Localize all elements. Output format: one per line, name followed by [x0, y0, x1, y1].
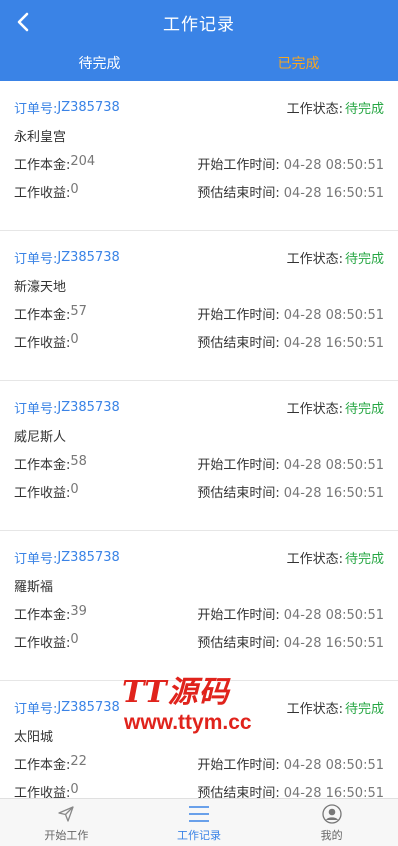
status-value: 待完成 — [344, 401, 384, 417]
status-label: 工作状态: — [286, 701, 343, 717]
order-number-label: 订单号: — [14, 401, 58, 417]
principal-value: 22 — [70, 753, 87, 769]
chevron-left-icon — [17, 12, 29, 32]
shop-name: 新濠天地 — [14, 279, 67, 295]
status-value: 待完成 — [344, 101, 384, 117]
send-icon — [58, 805, 74, 822]
tab-completed[interactable]: 已完成 — [199, 44, 398, 81]
status-value: 待完成 — [344, 551, 384, 567]
principal-label: 工作本金: — [14, 607, 71, 623]
order-number: JZ385738 — [57, 399, 120, 415]
status-label: 工作状态: — [286, 551, 343, 567]
order-number: JZ385738 — [57, 549, 120, 565]
tab-pending[interactable]: 待完成 — [0, 44, 199, 81]
end-time-label: 预估结束时间: — [197, 185, 280, 201]
end-time-value: 04-28 16:50:51 — [283, 635, 384, 651]
income-label: 工作收益: — [14, 185, 71, 201]
tabbar-label: 工作记录 — [177, 828, 221, 842]
income-value: 0 — [70, 781, 79, 797]
start-time-value: 04-28 08:50:51 — [283, 757, 384, 773]
order-card[interactable]: 订单号: JZ385738 工作状态: 待完成新濠天地工作本金: 57 开始工作时间: 04… — [0, 231, 398, 381]
end-time-value: 04-28 16:50:51 — [283, 335, 384, 351]
end-time-label: 预估结束时间: — [197, 335, 280, 351]
income-value: 0 — [70, 181, 79, 197]
income-value: 0 — [70, 331, 79, 347]
order-number-label: 订单号: — [14, 251, 58, 267]
bottom-tabbar: 开始工作 工作记录 我的 — [0, 798, 398, 846]
principal-label: 工作本金: — [14, 157, 71, 173]
user-icon — [322, 803, 342, 824]
start-time-label: 开始工作时间: — [197, 307, 280, 323]
end-time-label: 预估结束时间: — [197, 785, 280, 799]
end-time-label: 预估结束时间: — [197, 485, 280, 501]
end-time-value: 04-28 16:50:51 — [283, 485, 384, 501]
tabbar-start-work[interactable]: 开始工作 — [0, 799, 133, 846]
status-value: 待完成 — [344, 701, 384, 717]
shop-name: 永利皇宫 — [14, 129, 67, 145]
page-title: 工作记录 — [163, 14, 235, 35]
order-number: JZ385738 — [57, 99, 120, 115]
income-label: 工作收益: — [14, 335, 71, 351]
income-value: 0 — [70, 631, 79, 647]
status-tabs: 待完成 已完成 — [0, 44, 398, 81]
order-list: 订单号: JZ385738 工作状态: 待完成 永利皇宫 工作本金: 204 开始工作时间: 0… — [0, 81, 398, 798]
order-number: JZ385738 — [57, 699, 120, 715]
principal-label: 工作本金: — [14, 307, 71, 323]
income-value: 0 — [70, 481, 79, 497]
shop-name: 威尼斯人 — [14, 429, 67, 445]
status-label: 工作状态: — [286, 401, 343, 417]
income-label: 工作收益: — [14, 785, 71, 799]
status-label: 工作状态: — [286, 251, 343, 267]
order-card[interactable]: 订单号: JZ385738 工作状态: 待完成威尼斯人工作本金: 58 开始工作时间: 04… — [0, 381, 398, 531]
order-card[interactable]: 订单号: JZ385738 工作状态: 待完成羅斯福工作本金: 39 开始工作时间: 04-… — [0, 531, 398, 681]
start-time-value: 04-28 08:50:51 — [283, 157, 384, 173]
tabbar-work-records[interactable]: 工作记录 — [133, 799, 266, 846]
start-time-label: 开始工作时间: — [197, 457, 280, 473]
order-number: JZ385738 — [57, 249, 120, 265]
order-number-label: 订单号: — [14, 101, 58, 117]
end-time-value: 04-28 16:50:51 — [283, 785, 384, 799]
status-label: 工作状态: — [286, 101, 343, 117]
start-time-value: 04-28 08:50:51 — [283, 607, 384, 623]
principal-value: 204 — [70, 153, 96, 169]
principal-label: 工作本金: — [14, 757, 71, 773]
status-value: 待完成 — [344, 251, 384, 267]
principal-label: 工作本金: — [14, 457, 71, 473]
principal-value: 57 — [70, 303, 87, 319]
income-label: 工作收益: — [14, 485, 71, 501]
start-time-label: 开始工作时间: — [197, 607, 280, 623]
end-time-value: 04-28 16:50:51 — [283, 185, 384, 201]
order-number-label: 订单号: — [14, 551, 58, 567]
back-button[interactable] — [12, 10, 34, 34]
start-time-value: 04-28 08:50:51 — [283, 307, 384, 323]
shop-name: 太阳城 — [14, 729, 54, 745]
start-time-label: 开始工作时间: — [197, 757, 280, 773]
order-card[interactable]: 订单号: JZ385738 工作状态: 待完成 永利皇宫 工作本金: 204 开始工作时间: 0… — [0, 81, 398, 231]
start-time-value: 04-28 08:50:51 — [283, 457, 384, 473]
tabbar-label: 开始工作 — [44, 828, 89, 842]
income-label: 工作收益: — [14, 635, 71, 651]
principal-value: 58 — [70, 453, 87, 469]
end-time-label: 预估结束时间: — [197, 635, 280, 651]
menu-icon — [189, 805, 209, 822]
tabbar-mine[interactable]: 我的 — [265, 799, 398, 846]
app-header: 工作记录 — [0, 0, 398, 44]
principal-value: 39 — [70, 603, 87, 619]
tabbar-label: 我的 — [320, 828, 343, 842]
start-time-label: 开始工作时间: — [197, 157, 280, 173]
order-card[interactable]: 订单号: JZ385738 工作状态: 待完成太阳城工作本金: 22 开始工作时间: 04-… — [0, 681, 398, 798]
order-number-label: 订单号: — [14, 701, 58, 717]
shop-name: 羅斯福 — [14, 579, 54, 595]
